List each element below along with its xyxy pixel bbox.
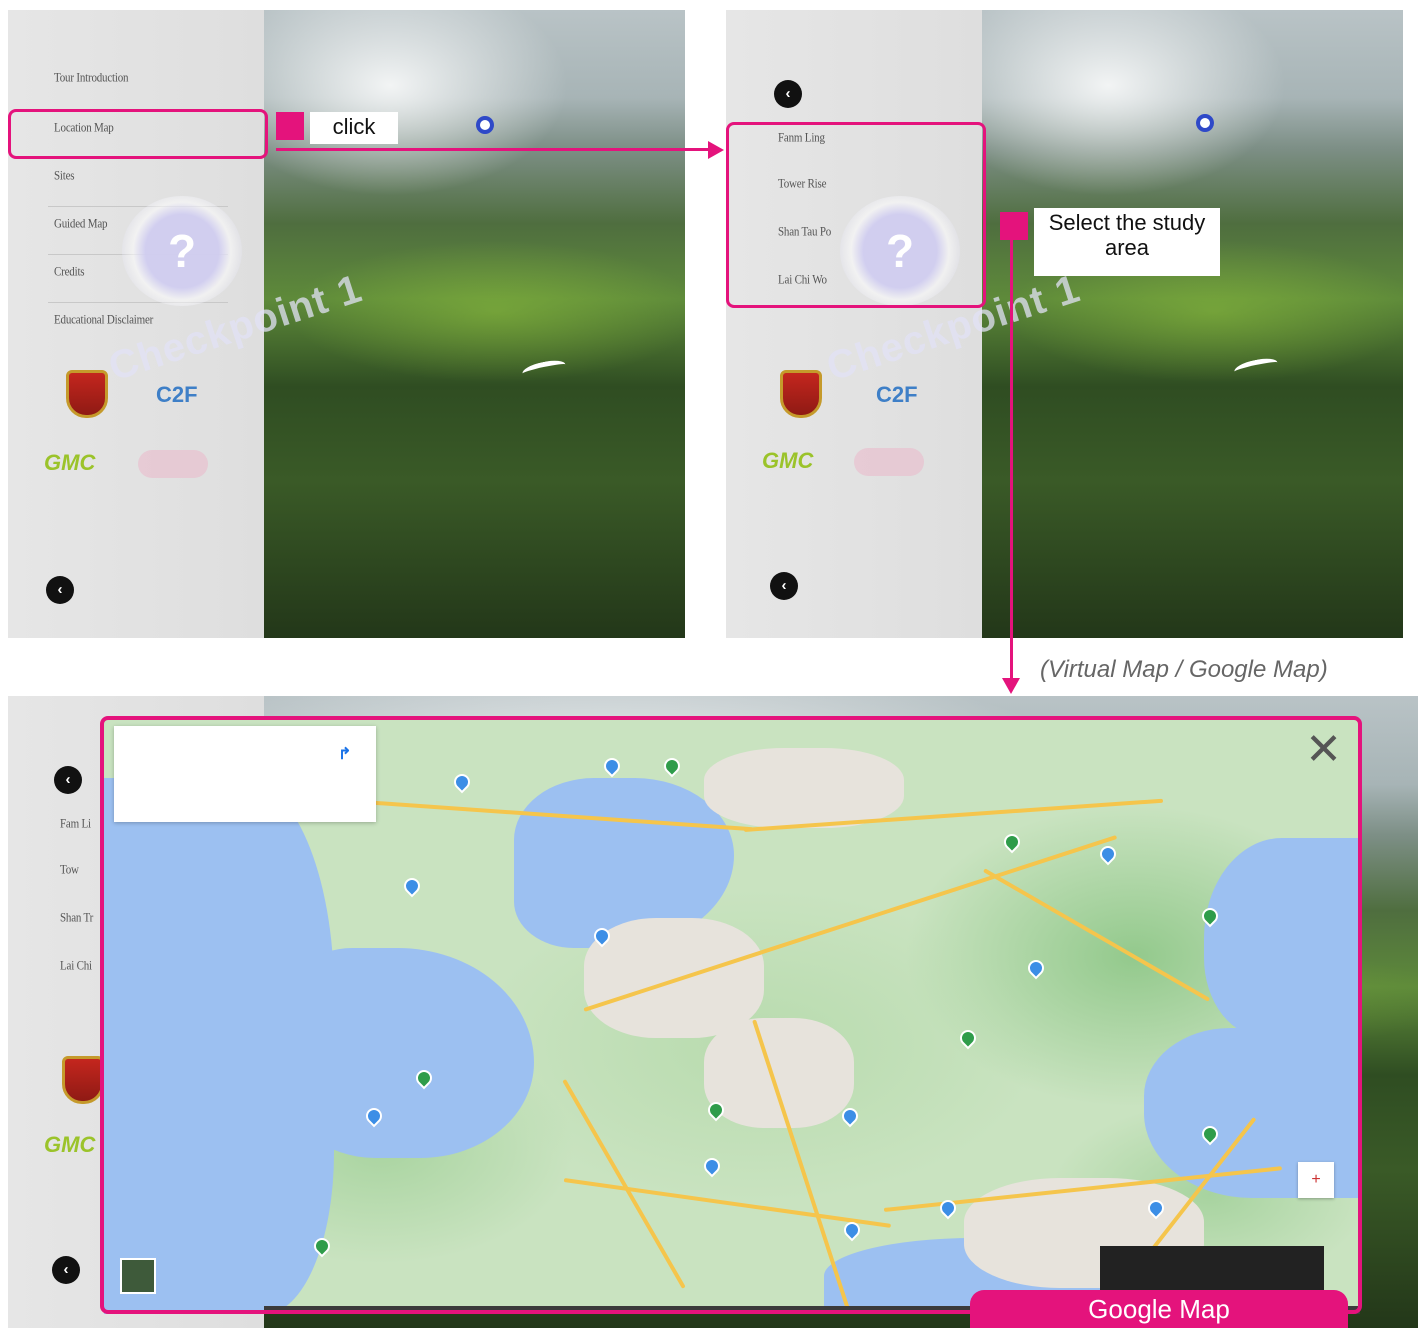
- click-annotation: click: [310, 112, 398, 144]
- menu-item-shan-tau-po[interactable]: Shan Tr: [60, 911, 93, 925]
- menu-item-sites[interactable]: Sites: [54, 169, 75, 183]
- highlight-study-areas: [726, 122, 986, 308]
- back-button[interactable]: ‹: [770, 572, 798, 600]
- gmc-logo: GMC: [762, 448, 814, 473]
- back-button[interactable]: ‹: [52, 1256, 80, 1284]
- university-logo: [66, 370, 108, 418]
- menu-item-tower-rise[interactable]: Tow: [60, 863, 79, 877]
- partner-logo: [854, 448, 924, 476]
- location-pin-icon[interactable]: [1196, 114, 1214, 132]
- help-icon[interactable]: ?: [122, 196, 242, 306]
- arrow-to-map: [1010, 240, 1013, 680]
- gmc-logo: GMC: [44, 450, 96, 475]
- menu-item-lai-chi-wo[interactable]: Lai Chi: [60, 959, 92, 973]
- university-logo: [780, 370, 822, 418]
- arrow-head-icon: [1002, 678, 1020, 694]
- menu-item-tour-introduction[interactable]: Tour Introduction: [54, 71, 129, 85]
- arrow-head-icon: [708, 141, 724, 159]
- university-logo: [62, 1056, 104, 1104]
- annotation-marker: [276, 112, 304, 140]
- menu-item-educational-disclaimer[interactable]: Educational Disclaimer: [54, 313, 153, 327]
- menu-item-guided-map[interactable]: Guided Map: [54, 217, 107, 231]
- arrow-to-panel2: [276, 148, 712, 151]
- google-map-label: Google Map: [970, 1290, 1348, 1328]
- highlight-location-map: [8, 109, 268, 159]
- highlight-google-map: [100, 716, 1362, 1314]
- annotation-marker: [1000, 212, 1028, 240]
- c2f-logo: C2F: [156, 382, 198, 407]
- gmc-logo: GMC: [44, 1132, 96, 1157]
- partner-logo: [138, 450, 208, 478]
- back-button[interactable]: ‹: [54, 766, 82, 794]
- panel-location-menu: Tour Introduction Location Map Sites Gui…: [8, 10, 685, 638]
- map-caption: (Virtual Map / Google Map): [1040, 656, 1328, 683]
- panel-study-area-menu: ‹ Fanm Ling Tower Rise Shan Tau Po Lai C…: [726, 10, 1403, 638]
- back-button[interactable]: ‹: [774, 80, 802, 108]
- mountain-scene: [982, 10, 1403, 638]
- menu-item-fanm-ling[interactable]: Fam Li: [60, 817, 91, 831]
- c2f-logo: C2F: [876, 382, 918, 407]
- select-study-area-annotation: Select the study area: [1034, 208, 1220, 276]
- back-button[interactable]: ‹: [46, 576, 74, 604]
- menu-item-credits[interactable]: Credits: [54, 265, 85, 279]
- mountain-scene: [264, 10, 685, 638]
- location-pin-icon[interactable]: [476, 116, 494, 134]
